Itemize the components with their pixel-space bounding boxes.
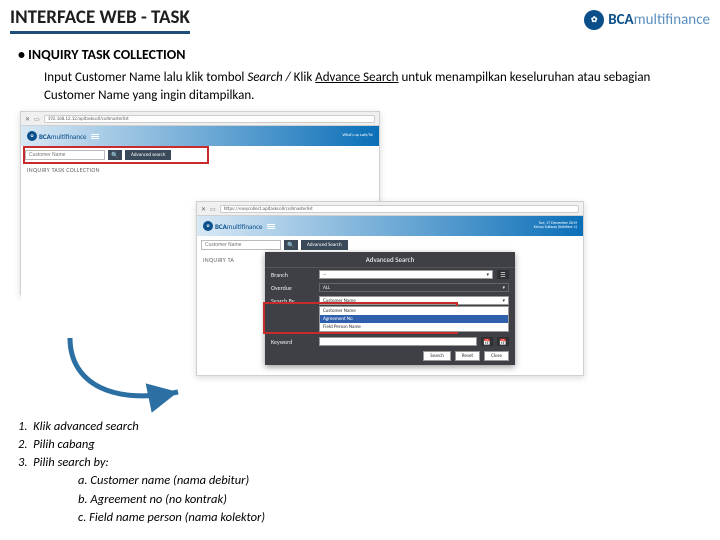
tab-icon[interactable]: ▭ (210, 205, 216, 213)
modal-search-button[interactable]: Search (423, 351, 451, 361)
keyword-input[interactable] (319, 337, 477, 346)
search-input[interactable] (201, 240, 281, 250)
option-field-person[interactable]: Field Person Name (320, 323, 508, 331)
option-customer-name[interactable]: Customer Name (320, 307, 508, 315)
modal-close-button[interactable]: Close (484, 351, 509, 361)
branch-label: Branch (271, 271, 315, 279)
logo-badge-icon: ✿ (27, 131, 37, 141)
branch-select[interactable]: --▾ (319, 270, 493, 279)
advanced-search-button[interactable]: Advanced Search (301, 240, 348, 250)
logo-text: BCAmultifinance (608, 11, 710, 29)
logo-text: BCAmultifinance (39, 132, 87, 141)
step-2: 2. Pilih cabang (18, 436, 265, 454)
user-info: Tue, 17 December 2019Krisna Subway (Kole… (534, 222, 577, 231)
brand-logo: ✿ BCAmultifinance (584, 10, 710, 30)
arrow-icon (60, 330, 190, 420)
calendar-button[interactable]: 📅 (481, 337, 493, 346)
search-button[interactable]: 🔍 (284, 240, 298, 250)
close-icon[interactable]: ✕ (25, 115, 30, 123)
overdue-label: Overdue (271, 284, 315, 292)
overdue-select[interactable]: ALL▾ (319, 283, 509, 292)
browser-chrome: ✕ ▭ 192.168.12.12/apitaskcoll/collmaster… (21, 112, 379, 126)
menu-icon[interactable] (91, 134, 99, 139)
description: Input Customer Name lalu klik tombol Sea… (44, 69, 690, 105)
address-bar[interactable]: https://easycollect.apitaskcoll/collmast… (220, 205, 579, 213)
chevron-down-icon: ▾ (486, 272, 489, 278)
searchby-dropdown: Customer Name Agreement No Field Person … (319, 306, 509, 332)
logo-text: BCAmultifinance (215, 222, 263, 231)
option-agreement-no[interactable]: Agreement No (320, 315, 508, 323)
section-heading: • INQUIRY TASK COLLECTION (18, 46, 720, 63)
user-info: What's up Lady/Sir (342, 134, 373, 138)
modal-title: Advanced Search (265, 252, 515, 268)
app-banner: ✿ BCAmultifinance What's up Lady/Sir (21, 126, 379, 146)
menu-icon[interactable] (267, 224, 275, 229)
page-title: INTERFACE WEB - TASK (10, 6, 190, 34)
chevron-down-icon: ▾ (502, 285, 505, 291)
step-3: 3. Pilih search by: (18, 454, 265, 472)
logo-badge-icon: ✿ (203, 221, 213, 231)
step-3a: a. Customer name (nama debitur) (78, 472, 265, 490)
modal-reset-button[interactable]: Reset (455, 351, 480, 361)
close-icon[interactable]: ✕ (201, 205, 206, 213)
calendar-button[interactable]: 📅 (497, 337, 509, 346)
step-3c: c. Field name person (nama kolektor) (78, 509, 265, 527)
address-bar[interactable]: 192.168.12.12/apitaskcoll/collmasterlist (44, 115, 375, 123)
highlight-box (23, 146, 209, 164)
screenshot-2: ✕ ▭ https://easycollect.apitaskcoll/coll… (196, 201, 584, 376)
app-banner: ✿ BCAmultifinance Tue, 17 December 2019K… (197, 216, 583, 236)
steps-list: 1. Klik advanced search 2. Pilih cabang … (18, 418, 265, 527)
step-3b: b. Agreement no (no kontrak) (78, 491, 265, 509)
branch-lookup-button[interactable]: ☰ (497, 270, 509, 279)
chevron-down-icon: ▾ (502, 298, 505, 304)
tab-icon[interactable]: ▭ (34, 115, 40, 123)
keyword-label: Keyword (271, 338, 315, 346)
step-1: 1. Klik advanced search (18, 418, 265, 436)
logo-badge-icon: ✿ (584, 10, 604, 30)
browser-chrome: ✕ ▭ https://easycollect.apitaskcoll/coll… (197, 202, 583, 216)
page-section-title: INQUIRY TASK COLLECTION (21, 164, 379, 176)
